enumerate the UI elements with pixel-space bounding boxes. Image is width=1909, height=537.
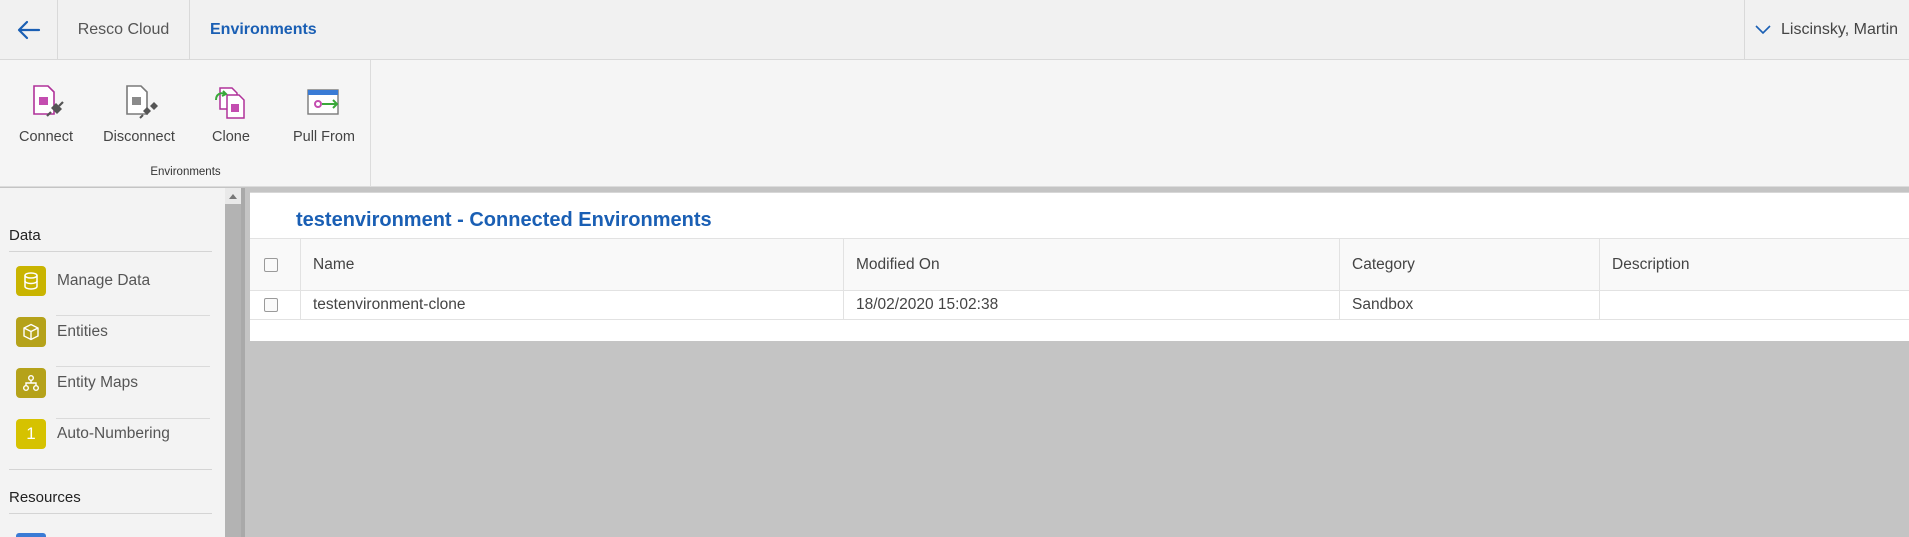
sidebar-item-auto-numbering[interactable]: 1 Auto-Numbering xyxy=(16,413,212,455)
clone-button[interactable]: Clone xyxy=(186,82,276,150)
user-menu[interactable]: Liscinsky, Martin xyxy=(1744,0,1909,60)
sidebar-item-label: Manage Data xyxy=(57,272,151,289)
scroll-thumb[interactable] xyxy=(225,208,241,537)
row-category: Sandbox xyxy=(1339,291,1599,319)
grid-header-row: Name Modified On Category Description xyxy=(250,238,1909,290)
sidebar-item-label: Entity Maps xyxy=(57,374,138,391)
row-name-link[interactable]: testenvironment-clone xyxy=(300,291,843,319)
breadcrumb-current: Environments xyxy=(210,21,317,38)
column-header-description[interactable]: Description xyxy=(1599,239,1909,290)
user-name: Liscinsky, Martin xyxy=(1781,21,1899,38)
clone-icon xyxy=(211,82,251,122)
pull-from-label: Pull From xyxy=(292,129,356,145)
clone-label: Clone xyxy=(212,129,250,145)
row-select-cell xyxy=(250,291,300,319)
page-title: testenvironment - Connected Environments xyxy=(296,209,712,231)
sidebar-divider xyxy=(9,513,212,514)
hierarchy-icon xyxy=(16,368,46,398)
sidebar-section-data: Data xyxy=(9,227,41,244)
chevron-down-icon xyxy=(1755,25,1771,35)
ribbon-group-label: Environments xyxy=(150,166,221,178)
disconnect-button[interactable]: Disconnect xyxy=(94,82,184,150)
environments-grid: Name Modified On Category Description te… xyxy=(250,238,1909,320)
sidebar-item-entity-maps[interactable]: Entity Maps xyxy=(16,362,212,404)
breadcrumb-root[interactable]: Resco Cloud xyxy=(58,0,190,60)
pane-splitter[interactable] xyxy=(241,188,245,537)
back-arrow-icon xyxy=(17,20,40,40)
column-header-modified-on[interactable]: Modified On xyxy=(843,239,1339,290)
connect-button[interactable]: Connect xyxy=(1,82,91,150)
back-button[interactable] xyxy=(0,0,58,60)
sidebar-item-label: Entities xyxy=(57,323,108,340)
column-header-name[interactable]: Name xyxy=(300,239,843,290)
sidebar-divider xyxy=(9,251,212,252)
cube-icon xyxy=(16,317,46,347)
sidebar-item-label: Auto-Numbering xyxy=(57,425,170,442)
sidebar-section-resources: Resources xyxy=(9,489,81,506)
sidebar-item-manage-data[interactable]: Manage Data xyxy=(16,260,212,302)
row-checkbox[interactable] xyxy=(264,298,278,312)
connected-environments-panel: testenvironment - Connected Environments… xyxy=(250,192,1909,341)
sidebar-item-entities[interactable]: Entities xyxy=(16,311,212,353)
number-one-icon: 1 xyxy=(16,419,46,449)
sidebar-scrollbar[interactable] xyxy=(225,188,241,537)
sidebar: Data Manage Data Entities Entity Maps 1 … xyxy=(0,188,225,537)
select-all-cell xyxy=(250,239,300,290)
disconnect-label: Disconnect xyxy=(103,129,175,145)
scroll-up-button[interactable] xyxy=(225,188,241,204)
plug-disconnect-icon xyxy=(119,82,159,122)
sidebar-divider xyxy=(9,469,212,470)
select-all-checkbox[interactable] xyxy=(264,257,278,272)
sidebar-item-resources-partial xyxy=(16,533,46,537)
table-row[interactable]: testenvironment-clone 18/02/2020 15:02:3… xyxy=(250,290,1909,320)
triangle-up-icon xyxy=(229,193,237,199)
ribbon: Connect Disconnect Clone Pull From Envir… xyxy=(0,60,1909,187)
pull-from-button[interactable]: Pull From xyxy=(279,82,369,150)
column-header-category[interactable]: Category xyxy=(1339,239,1599,290)
plug-connect-icon xyxy=(26,82,66,122)
connect-label: Connect xyxy=(18,129,73,145)
row-modified-on: 18/02/2020 15:02:38 xyxy=(843,291,1339,319)
pull-from-icon xyxy=(304,82,344,122)
ribbon-group-environments: Connect Disconnect Clone Pull From Envir… xyxy=(0,60,371,186)
row-description xyxy=(1599,291,1909,319)
top-bar: Resco Cloud Environments Liscinsky, Mart… xyxy=(0,0,1909,60)
database-icon xyxy=(16,266,46,296)
